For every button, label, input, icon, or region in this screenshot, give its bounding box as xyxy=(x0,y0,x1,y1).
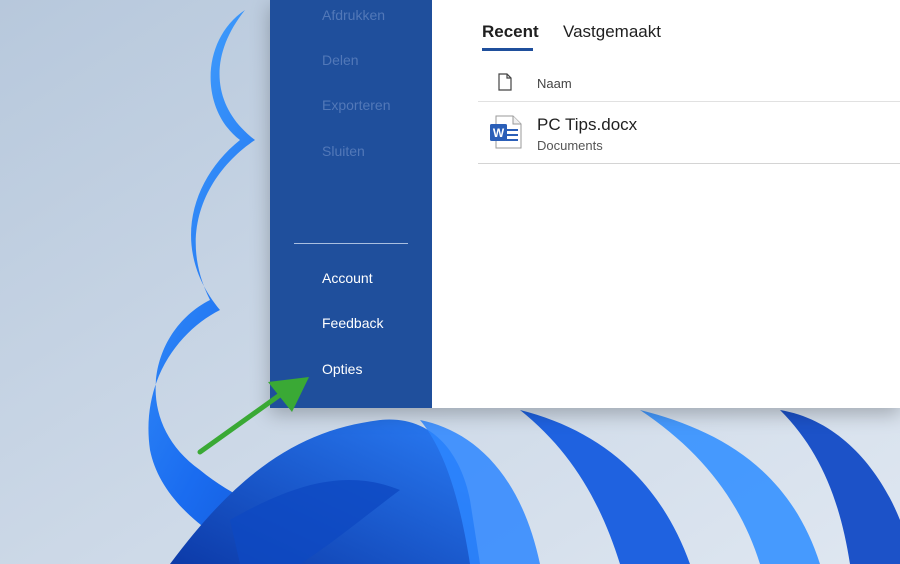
nav-divider xyxy=(294,243,408,244)
column-header-naam[interactable]: Naam xyxy=(537,76,572,91)
backstage-navigation: Afdrukken Delen Exporteren Sluiten Accou… xyxy=(270,0,432,408)
nav-item-feedback[interactable]: Feedback xyxy=(322,315,383,331)
file-name: PC Tips.docx xyxy=(537,115,638,134)
file-location: Documents xyxy=(537,138,603,153)
nav-item-sluiten[interactable]: Sluiten xyxy=(322,143,365,159)
document-icon xyxy=(498,73,512,96)
word-document-icon: W xyxy=(490,115,522,154)
tab-recent[interactable]: Recent xyxy=(482,22,539,42)
nav-item-afdrukken[interactable]: Afdrukken xyxy=(322,7,385,23)
nav-item-account[interactable]: Account xyxy=(322,270,373,286)
file-list-header: Naam xyxy=(478,66,900,102)
recent-files-pane: Recent Vastgemaakt Naam W PC Tips.docx D… xyxy=(432,0,900,408)
nav-item-opties[interactable]: Opties xyxy=(322,361,362,377)
tab-selected-indicator xyxy=(482,48,533,51)
nav-item-delen[interactable]: Delen xyxy=(322,52,359,68)
word-backstage-window: Afdrukken Delen Exporteren Sluiten Accou… xyxy=(270,0,900,408)
tab-vastgemaakt[interactable]: Vastgemaakt xyxy=(563,22,661,42)
recent-file-row[interactable]: W PC Tips.docx Documents xyxy=(478,102,900,164)
svg-text:W: W xyxy=(493,126,505,140)
nav-item-exporteren[interactable]: Exporteren xyxy=(322,97,390,113)
